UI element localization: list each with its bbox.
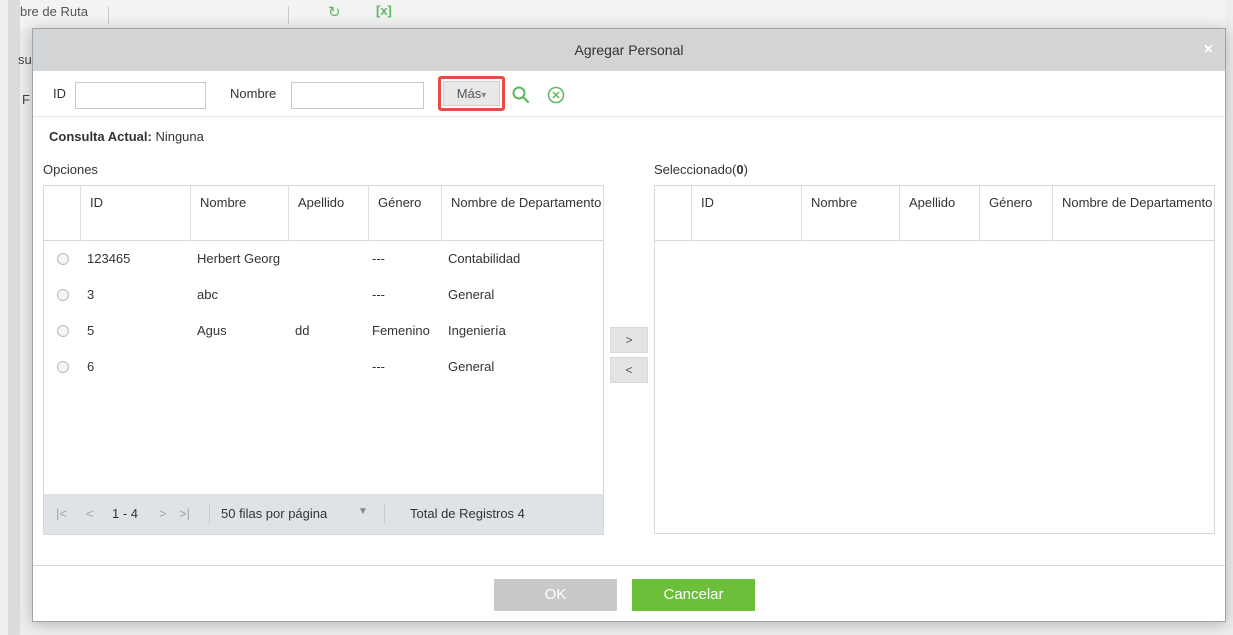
background-route-label: bre de Ruta <box>20 4 88 19</box>
selected-table-header: ID Nombre Apellido Género Nombre de Depa… <box>655 186 1214 241</box>
chevron-down-icon[interactable]: ▼ <box>358 506 368 517</box>
more-filters-button[interactable]: Más▾ <box>443 81 500 106</box>
prev-page-icon[interactable]: < <box>86 506 94 521</box>
cell-departamento: General <box>448 359 495 374</box>
selected-table: ID Nombre Apellido Género Nombre de Depa… <box>654 185 1215 534</box>
column-header-select <box>655 186 692 241</box>
cell-genero: Femenino <box>372 323 430 338</box>
cell-apellido <box>295 349 367 385</box>
selected-label-prefix: Seleccionado( <box>654 162 737 177</box>
move-left-button[interactable]: < <box>610 357 648 383</box>
filter-bar: ID Nombre Más▾ <box>33 71 1225 117</box>
options-table-header: ID Nombre Apellido Género Nombre de Depa… <box>44 186 604 241</box>
dialog-title: Agregar Personal <box>574 42 684 58</box>
cell-apellido <box>295 241 367 277</box>
cell-nombre: abc <box>197 287 218 302</box>
cell-id: 5 <box>87 323 95 338</box>
column-header-apellido[interactable]: Apellido <box>289 186 369 241</box>
ok-button[interactable]: OK <box>494 579 617 611</box>
more-filters-highlight: Más▾ <box>438 76 505 111</box>
cell-genero: --- <box>372 251 385 266</box>
row-radio[interactable] <box>57 361 69 373</box>
cell-departamento: Ingeniería <box>448 323 506 338</box>
table-row[interactable]: 5 Agus dd Femenino Ingeniería <box>44 313 603 349</box>
background-refresh-icon: ↻ <box>328 4 341 21</box>
row-radio[interactable] <box>57 253 69 265</box>
close-icon[interactable]: × <box>1204 29 1213 71</box>
current-query: Consulta Actual: Ninguna <box>49 129 204 144</box>
selected-label-suffix: ) <box>743 162 748 177</box>
table-row[interactable]: 6 --- General <box>44 349 603 385</box>
name-filter-input[interactable] <box>291 82 424 109</box>
column-header-genero[interactable]: Género <box>980 186 1053 241</box>
cell-id: 6 <box>87 359 95 374</box>
selected-label: Seleccionado(0) <box>654 162 748 177</box>
selected-count: 0 <box>736 162 744 177</box>
background-divider <box>108 6 109 24</box>
pagination-bar: |< < 1 - 4 > >| 50 filas por página ▼ To… <box>44 494 603 534</box>
row-radio[interactable] <box>57 325 69 337</box>
last-page-icon[interactable]: >| <box>179 506 190 521</box>
cancel-button[interactable]: Cancelar <box>632 579 755 611</box>
table-row[interactable]: 3 abc --- General <box>44 277 603 313</box>
clear-filter-icon[interactable] <box>546 85 566 105</box>
name-filter-label: Nombre <box>230 86 277 101</box>
cell-id: 3 <box>87 287 95 302</box>
pager-divider <box>209 504 210 524</box>
options-table: ID Nombre Apellido Género Nombre de Depa… <box>43 185 604 535</box>
options-label: Opciones <box>43 162 98 177</box>
id-filter-input[interactable] <box>75 82 206 109</box>
more-filters-label: Más <box>456 86 482 101</box>
cell-nombre: Herbert Georg <box>197 251 281 266</box>
column-header-departamento[interactable]: Nombre de Departamento <box>1053 186 1215 241</box>
cell-nombre: Agus <box>197 323 227 338</box>
background-divider <box>288 6 289 24</box>
caret-down-icon: ▾ <box>481 90 487 101</box>
background-clear-icon: [x] <box>376 3 392 18</box>
cell-apellido: dd <box>295 323 310 338</box>
background-edge <box>8 0 20 635</box>
cell-departamento: General <box>448 287 495 302</box>
column-header-genero[interactable]: Género <box>369 186 442 241</box>
dialog-titlebar: Agregar Personal × <box>33 29 1225 71</box>
cell-departamento: Contabilidad <box>448 251 521 266</box>
id-filter-label: ID <box>53 86 66 101</box>
column-header-nombre[interactable]: Nombre <box>191 186 289 241</box>
column-header-nombre[interactable]: Nombre <box>802 186 900 241</box>
cell-apellido <box>295 277 367 313</box>
cell-id: 123465 <box>87 251 131 266</box>
background-edge-text: su <box>18 52 32 67</box>
column-header-id[interactable]: ID <box>692 186 802 241</box>
first-page-icon[interactable]: |< <box>56 506 67 521</box>
total-records: Total de Registros 4 <box>410 506 525 521</box>
table-row[interactable]: 123465 Herbert Georg --- Contabilidad <box>44 241 603 277</box>
search-icon[interactable] <box>511 85 531 105</box>
add-personnel-dialog: Agregar Personal × ID Nombre Más▾ Consul… <box>32 28 1226 622</box>
column-header-select <box>44 186 81 241</box>
cell-genero: --- <box>372 287 385 302</box>
current-query-value: Ninguna <box>155 129 204 144</box>
column-header-departamento[interactable]: Nombre de Departamento <box>442 186 604 241</box>
move-right-button[interactable]: > <box>610 327 648 353</box>
page-size-select[interactable]: 50 filas por página <box>221 506 327 521</box>
background-edge-text: F <box>22 92 30 107</box>
row-radio[interactable] <box>57 289 69 301</box>
column-header-id[interactable]: ID <box>81 186 191 241</box>
column-header-apellido[interactable]: Apellido <box>900 186 980 241</box>
cell-genero: --- <box>372 359 385 374</box>
pager-divider <box>384 504 385 524</box>
background-toolbar <box>20 0 1225 28</box>
cell-nombre <box>197 349 289 385</box>
next-page-icon[interactable]: > <box>159 506 167 521</box>
footer-divider <box>33 565 1225 566</box>
page-range: 1 - 4 <box>112 506 139 521</box>
current-query-label: Consulta Actual: <box>49 129 152 144</box>
